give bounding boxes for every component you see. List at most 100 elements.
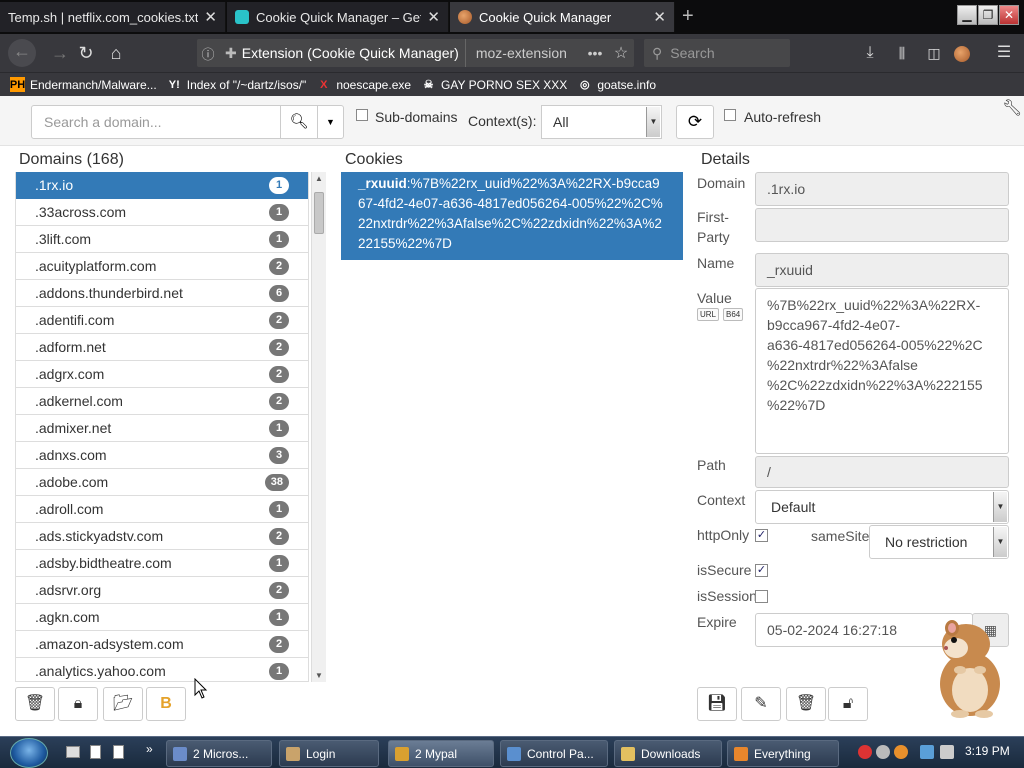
bookmark-item[interactable]: Y! Index of "/~dartz/isos/" <box>167 77 307 92</box>
delete-domain-button[interactable]: 🗑︎ <box>15 687 55 721</box>
cookie-icon[interactable] <box>954 46 970 62</box>
subdomains-checkbox[interactable] <box>356 109 368 121</box>
minimize-button[interactable]: ▁ <box>957 5 977 25</box>
bookmark-item[interactable]: ☠ GAY PORNO SEX XXX <box>421 77 568 92</box>
httponly-checkbox[interactable]: ✓ <box>755 529 768 542</box>
domain-list-item[interactable]: .1rx.io 1 <box>16 172 308 199</box>
document-icon[interactable] <box>90 745 101 759</box>
domain-list-item[interactable]: .adobe.com 38 <box>16 469 308 496</box>
domain-list-item[interactable]: .3lift.com 1 <box>16 226 308 253</box>
domain-list-item[interactable]: .adkernel.com 2 <box>16 388 308 415</box>
network-icon[interactable] <box>920 745 934 759</box>
bookmark-item[interactable]: PH Endermanch/Malware... <box>10 77 157 92</box>
back-arrow-icon[interactable]: ← <box>8 39 36 67</box>
domain-list-item[interactable]: .acuityplatform.com 2 <box>16 253 308 280</box>
close-icon[interactable]: ✕ <box>204 8 217 26</box>
domain-field[interactable]: .1rx.io <box>755 172 1009 206</box>
extension-identity[interactable]: ✚ Extension (Cookie Quick Manager) <box>219 39 466 67</box>
autorefresh-checkbox[interactable] <box>724 109 736 121</box>
close-icon[interactable]: ✕ <box>427 8 440 26</box>
search-button[interactable]: 🔍︎ <box>280 105 318 139</box>
domain-list-scrollbar[interactable]: ▲ ▼ <box>311 172 326 682</box>
close-window-button[interactable]: ✕ <box>999 5 1019 25</box>
search-input[interactable]: ⚲ Search <box>644 39 790 67</box>
cookie-list-item[interactable]: _rxuuid:%7B%22rx_uuid%22%3A%22RX-b9cca96… <box>341 172 683 260</box>
maximize-button[interactable]: ❐ <box>978 5 998 25</box>
delete-cookie-button[interactable]: 🗑︎ <box>786 687 826 721</box>
protect-domain-button[interactable]: 🔒︎ <box>58 687 98 721</box>
save-cookie-button[interactable]: 💾︎ <box>697 687 737 721</box>
taskbar-button[interactable]: Downloads <box>614 740 722 767</box>
taskbar-button[interactable]: 2 Mypal <box>388 740 494 767</box>
firstparty-field[interactable] <box>755 208 1009 242</box>
domain-list-item[interactable]: .amazon-adsystem.com 2 <box>16 631 308 658</box>
library-icon[interactable]: ⫼ <box>890 41 914 65</box>
domain-list-item[interactable]: .adform.net 2 <box>16 334 308 361</box>
clock[interactable]: 3:19 PM <box>965 744 1010 758</box>
tab-tempsh[interactable]: Temp.sh | netflix.com_cookies.txt ✕ <box>0 2 226 32</box>
open-file-button[interactable]: 📂︎ <box>103 687 143 721</box>
volume-icon[interactable] <box>940 745 954 759</box>
refresh-button[interactable]: ⟳ <box>676 105 714 139</box>
domain-list-item[interactable]: .adnxs.com 3 <box>16 442 308 469</box>
show-desktop-icon[interactable] <box>66 746 80 758</box>
domain-list-item[interactable]: .adsrvr.org 2 <box>16 577 308 604</box>
tray-icon[interactable] <box>876 745 890 759</box>
domain-list-item[interactable]: .adroll.com 1 <box>16 496 308 523</box>
context-dropdown[interactable]: Default ▼ <box>755 490 1009 524</box>
bookmark-item[interactable]: ◎ goatse.info <box>577 77 656 92</box>
b64-decode-button[interactable]: B64 <box>723 308 744 321</box>
sidebar-icon[interactable]: ◫ <box>922 41 946 65</box>
bookmark-item[interactable]: Xnoescape.exe <box>316 77 411 92</box>
domain-search-input[interactable]: Search a domain... <box>31 105 281 139</box>
page-actions-icon[interactable]: ••• <box>582 45 608 61</box>
url-bar[interactable]: ⓘ ✚ Extension (Cookie Quick Manager) moz-… <box>197 39 634 67</box>
domain-list-item[interactable]: .33across.com 1 <box>16 199 308 226</box>
backup-button[interactable]: B <box>146 687 186 721</box>
domain-list-item[interactable]: .admixer.net 1 <box>16 415 308 442</box>
download-icon[interactable]: ⤓ <box>858 41 882 65</box>
taskbar-button[interactable]: Everything <box>727 740 839 767</box>
home-icon[interactable]: ⌂ <box>104 41 128 65</box>
domain-list-item[interactable]: .adsby.bidtheatre.com 1 <box>16 550 308 577</box>
samesite-dropdown[interactable]: No restriction ▼ <box>869 525 1009 559</box>
issecure-checkbox[interactable]: ✓ <box>755 564 768 577</box>
search-options-button[interactable]: ▼ <box>317 105 344 139</box>
search-icon[interactable] <box>894 745 908 759</box>
scroll-up-icon[interactable]: ▲ <box>315 174 323 183</box>
close-icon[interactable]: ✕ <box>653 8 666 26</box>
taskbar-button[interactable]: Control Pa... <box>500 740 608 767</box>
url-decode-button[interactable]: URL <box>697 308 720 321</box>
domain-list-item[interactable]: .adentifi.com 2 <box>16 307 308 334</box>
domain-list-item[interactable]: .analytics.yahoo.com 1 <box>16 658 308 681</box>
info-icon[interactable]: ⓘ <box>197 44 219 63</box>
forward-arrow-icon[interactable]: → <box>48 41 72 65</box>
hamster-mascot-icon[interactable] <box>926 618 1012 718</box>
path-field[interactable]: / <box>755 456 1009 488</box>
document-icon[interactable] <box>113 745 124 759</box>
taskbar-button[interactable]: Login <box>279 740 379 767</box>
context-select[interactable]: All ▼ <box>541 105 662 139</box>
wrench-icon[interactable]: 🔧︎ <box>1002 98 1022 118</box>
menu-icon[interactable]: ☰ <box>992 41 1016 65</box>
value-textarea[interactable]: %7B%22rx_uuid%22%3A%22RX-b9cca967-4fd2-4… <box>755 288 1009 454</box>
tab-cookie-manager-addon[interactable]: Cookie Quick Manager – Get this ✕ <box>227 2 449 32</box>
scrollbar-thumb[interactable] <box>314 192 324 234</box>
reload-icon[interactable]: ↻ <box>74 41 98 65</box>
domain-list-item[interactable]: .adgrx.com 2 <box>16 361 308 388</box>
name-field[interactable]: _rxuuid <box>755 253 1009 287</box>
domain-list-item[interactable]: .addons.thunderbird.net 6 <box>16 280 308 307</box>
tab-cookie-quick-manager[interactable]: Cookie Quick Manager ✕ <box>450 2 675 32</box>
new-tab-icon[interactable]: + <box>682 6 694 26</box>
shield-icon[interactable] <box>858 745 872 759</box>
edit-cookie-button[interactable]: ✎ <box>741 687 781 721</box>
more-chevron-icon[interactable]: » <box>146 742 153 756</box>
start-button[interactable] <box>10 738 48 768</box>
taskbar-button[interactable]: 2 Micros... <box>166 740 272 767</box>
domain-list-item[interactable]: .agkn.com 1 <box>16 604 308 631</box>
domain-list[interactable]: .1rx.io 1 .33across.com 1 .3lift.com 1 .acuity… <box>15 172 309 682</box>
bookmark-star-icon[interactable]: ☆ <box>608 43 634 63</box>
scroll-down-icon[interactable]: ▼ <box>315 671 323 680</box>
issession-checkbox[interactable] <box>755 590 768 603</box>
domain-list-item[interactable]: .ads.stickyadstv.com 2 <box>16 523 308 550</box>
